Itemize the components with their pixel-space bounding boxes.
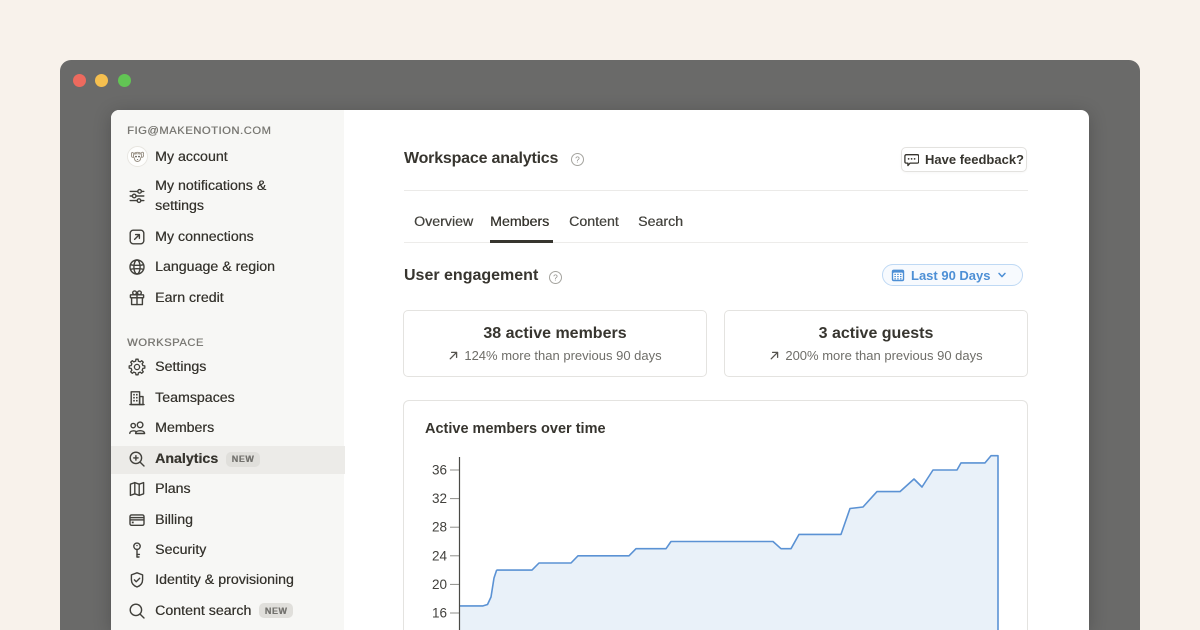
svg-text:36: 36 [432, 462, 447, 477]
svg-text:32: 32 [432, 491, 447, 506]
svg-text:28: 28 [432, 519, 447, 534]
svg-text:?: ? [575, 154, 580, 164]
svg-text:16: 16 [432, 605, 447, 620]
svg-text:24: 24 [432, 548, 448, 563]
svg-text:?: ? [553, 272, 558, 282]
svg-text:20: 20 [432, 576, 447, 591]
